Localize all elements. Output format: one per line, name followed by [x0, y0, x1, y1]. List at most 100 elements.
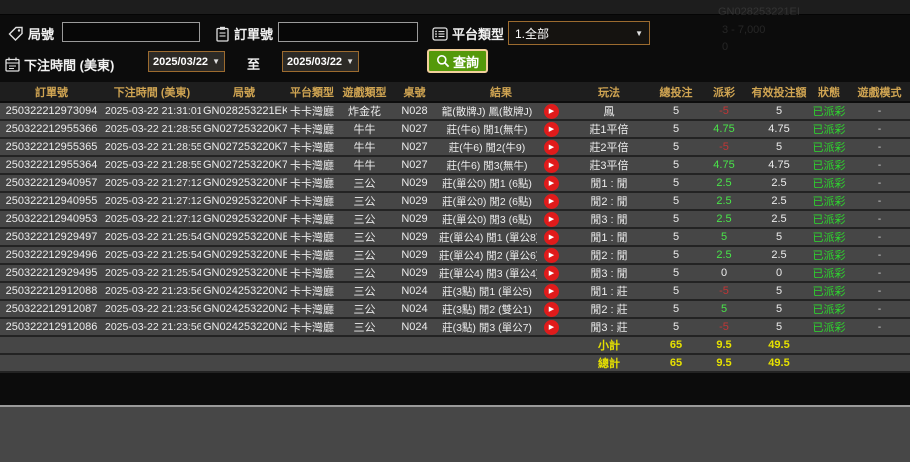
cell-play-type: 鳳 — [565, 103, 653, 121]
cell-play-replay: ▶ — [537, 175, 565, 193]
cell-order-no: 250322212955364 — [0, 157, 103, 175]
replay-button[interactable]: ▶ — [543, 283, 559, 299]
cell-total-bet: 5 — [653, 157, 699, 175]
cell-order-no: 250322212940955 — [0, 193, 103, 211]
replay-button[interactable]: ▶ — [543, 229, 559, 245]
cell-valid-bet: 2.5 — [749, 193, 809, 211]
cell-total-bet: 5 — [653, 247, 699, 265]
cell-play-replay: ▶ — [537, 229, 565, 247]
replay-button[interactable]: ▶ — [543, 121, 559, 137]
col-header-result: 結果 — [437, 82, 565, 103]
cell-total-bet: 5 — [653, 229, 699, 247]
cell-play-type: 閒2 : 莊 — [565, 301, 653, 319]
cell-status: 已派彩 — [809, 247, 849, 265]
cell-bet-time: 2025-03-22 21:25:54 — [103, 247, 201, 265]
cell-valid-bet: 0 — [749, 265, 809, 283]
cell-game-mode: - — [849, 265, 910, 283]
cell-total-bet: 5 — [653, 103, 699, 121]
order-number-input[interactable] — [278, 22, 418, 42]
replay-button[interactable]: ▶ — [543, 139, 559, 155]
chevron-down-icon: ▼ — [346, 57, 354, 66]
play-icon: ▶ — [548, 161, 555, 169]
cell-order-no: 250322212955365 — [0, 139, 103, 157]
cell-payout: -5 — [699, 103, 749, 121]
cell-play-type: 莊1平倍 — [565, 121, 653, 139]
replay-button[interactable]: ▶ — [543, 319, 559, 335]
totals-valid-bet: 49.5 — [749, 355, 809, 373]
cell-play-replay: ▶ — [537, 265, 565, 283]
totals-total-bet: 65 — [653, 355, 699, 373]
cell-play-replay: ▶ — [537, 193, 565, 211]
cell-play-replay: ▶ — [537, 301, 565, 319]
table-row: 250322212940957 2025-03-22 21:27:12 GN02… — [0, 175, 910, 193]
play-icon: ▶ — [548, 107, 555, 115]
cell-status: 已派彩 — [809, 175, 849, 193]
replay-button[interactable]: ▶ — [543, 103, 559, 119]
date-range-to-label: 至 — [247, 57, 261, 72]
cell-table-no: N029 — [392, 229, 437, 247]
cell-table-no: N027 — [392, 139, 437, 157]
cell-result: 莊(單公4) 閒2 (單公6) — [437, 247, 537, 265]
cell-platform: 卡卡灣廳 — [287, 121, 337, 139]
totals-empty-cell — [849, 337, 910, 355]
play-icon: ▶ — [548, 251, 555, 259]
game-number-input[interactable] — [62, 22, 200, 42]
cell-game-no: GN029253220NE — [201, 247, 287, 265]
totals-empty-cell — [0, 355, 565, 373]
replay-button[interactable]: ▶ — [543, 193, 559, 209]
cell-payout: -5 — [699, 319, 749, 337]
cell-game-type: 炸金花 — [337, 103, 392, 121]
play-icon: ▶ — [548, 269, 555, 277]
cell-play-replay: ▶ — [537, 157, 565, 175]
cell-payout: 2.5 — [699, 211, 749, 229]
cell-payout: 2.5 — [699, 175, 749, 193]
cell-order-no: 250322212929496 — [0, 247, 103, 265]
table-row: 250322212940955 2025-03-22 21:27:12 GN02… — [0, 193, 910, 211]
col-header-play: 玩法 — [565, 82, 653, 103]
cell-result: 莊(單公4) 閒1 (單公8) — [437, 229, 537, 247]
platform-type-filter: 平台類型 — [432, 24, 504, 43]
cell-game-mode: - — [849, 193, 910, 211]
replay-button[interactable]: ▶ — [543, 175, 559, 191]
cell-result: 莊(牛6) 閒3(無牛) — [437, 157, 537, 175]
platform-type-select[interactable]: 1.全部 ▼ — [508, 21, 650, 45]
play-icon: ▶ — [548, 125, 555, 133]
cell-game-mode: - — [849, 319, 910, 337]
replay-button[interactable]: ▶ — [543, 247, 559, 263]
cell-total-bet: 5 — [653, 265, 699, 283]
cell-table-no: N029 — [392, 193, 437, 211]
cell-payout: -5 — [699, 139, 749, 157]
bet-records-table: 訂單號 下注時間 (美東) 局號 平台類型 遊戲類型 桌號 結果 玩法 總投注 … — [0, 82, 910, 373]
col-header-game: 局號 — [201, 82, 287, 103]
table-row: 250322212912086 2025-03-22 21:23:56 GN02… — [0, 319, 910, 337]
order-number-filter: 訂單號 — [215, 24, 273, 43]
cell-platform: 卡卡灣廳 — [287, 247, 337, 265]
table-row: 250322212929495 2025-03-22 21:25:54 GN02… — [0, 265, 910, 283]
date-from-picker[interactable]: 2025/03/22 ▼ — [148, 51, 225, 72]
search-button-label: 查詢 — [453, 54, 480, 70]
cell-table-no: N027 — [392, 121, 437, 139]
cell-game-type: 三公 — [337, 265, 392, 283]
replay-button[interactable]: ▶ — [543, 211, 559, 227]
cell-valid-bet: 5 — [749, 301, 809, 319]
cell-order-no: 250322212929497 — [0, 229, 103, 247]
cell-play-type: 閒3 : 莊 — [565, 319, 653, 337]
search-button[interactable]: 查詢 — [427, 49, 489, 73]
replay-button[interactable]: ▶ — [543, 301, 559, 317]
col-header-status: 狀態 — [809, 82, 849, 103]
cell-game-no: GN027253220K7 — [201, 139, 287, 157]
replay-button[interactable]: ▶ — [543, 265, 559, 281]
cell-order-no: 250322212912087 — [0, 301, 103, 319]
background-faint-text: 3 - 7,000 — [722, 24, 766, 36]
replay-button[interactable]: ▶ — [543, 157, 559, 173]
cell-order-no: 250322212940953 — [0, 211, 103, 229]
totals-empty-cell — [809, 355, 849, 373]
cell-payout: 5 — [699, 229, 749, 247]
col-header-order: 訂單號 — [0, 82, 103, 103]
cell-result: 莊(3點) 閒3 (單公7) — [437, 319, 537, 337]
cell-game-no: GN029253220NF — [201, 175, 287, 193]
cell-platform: 卡卡灣廳 — [287, 175, 337, 193]
date-to-picker[interactable]: 2025/03/22 ▼ — [282, 51, 359, 72]
cell-payout: 2.5 — [699, 193, 749, 211]
cell-platform: 卡卡灣廳 — [287, 157, 337, 175]
